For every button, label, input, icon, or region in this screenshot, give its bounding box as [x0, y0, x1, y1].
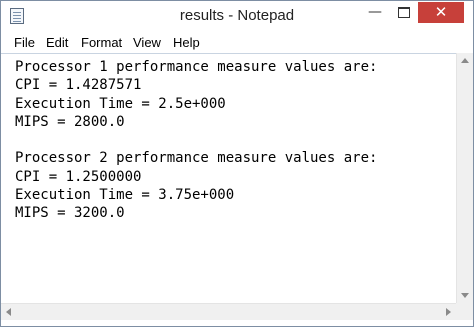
menu-edit[interactable]: Edit — [46, 35, 68, 50]
title-bar[interactable]: results - Notepad — ✕ — [1, 1, 473, 32]
text-line: CPI = 1.4287571 — [15, 77, 142, 94]
text-line: Execution Time = 2.5e+000 — [15, 95, 226, 112]
scroll-up-icon[interactable] — [461, 58, 469, 63]
notepad-window: results - Notepad — ✕ File Edit Format V… — [0, 0, 474, 327]
text-line: Execution Time = 3.75e+000 — [15, 187, 235, 204]
menu-bar: File Edit Format View Help — [1, 32, 473, 54]
scroll-right-icon[interactable] — [446, 308, 451, 316]
text-line: Processor 2 performance measure values a… — [15, 150, 378, 167]
minimize-icon: — — [368, 4, 382, 20]
maximize-icon — [397, 7, 410, 18]
text-line: MIPS = 2800.0 — [15, 113, 125, 130]
maximize-button[interactable] — [390, 2, 417, 23]
text-line: MIPS = 3200.0 — [15, 205, 125, 222]
menu-help[interactable]: Help — [173, 35, 200, 50]
text-line: Processor 1 performance measure values a… — [15, 59, 378, 75]
scroll-left-icon[interactable] — [6, 308, 11, 316]
vertical-scrollbar[interactable] — [456, 53, 473, 303]
editor-text[interactable]: Processor 1 performance measure values a… — [15, 58, 377, 223]
close-icon: ✕ — [434, 3, 448, 21]
close-button[interactable]: ✕ — [418, 2, 464, 23]
menu-file[interactable]: File — [14, 35, 35, 50]
text-line: CPI = 1.2500000 — [15, 168, 142, 185]
window-bottom-edge — [1, 320, 473, 326]
scrollbar-corner — [456, 303, 473, 320]
text-editor[interactable]: Processor 1 performance measure values a… — [1, 53, 456, 304]
menu-format[interactable]: Format — [81, 35, 122, 50]
menu-view[interactable]: View — [133, 35, 161, 50]
minimize-button[interactable]: — — [361, 2, 389, 23]
horizontal-scrollbar[interactable] — [1, 303, 456, 320]
text-line — [15, 131, 377, 149]
scroll-down-icon[interactable] — [461, 293, 469, 298]
